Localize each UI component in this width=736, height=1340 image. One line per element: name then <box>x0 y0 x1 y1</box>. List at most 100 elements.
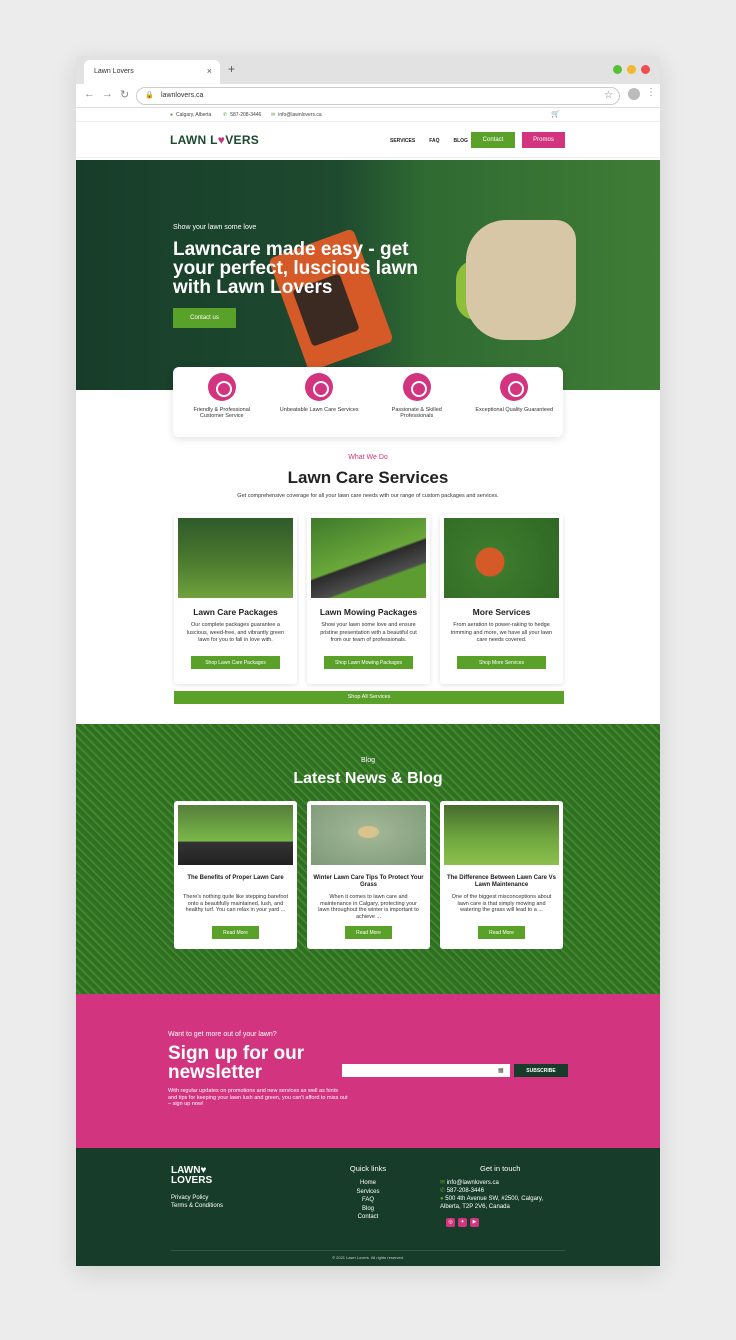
email-icon: ✉ <box>271 112 276 118</box>
blog-post-image <box>178 805 293 865</box>
footer-email[interactable]: info@lawnlovers.ca <box>447 1180 499 1186</box>
shop-all-services-button[interactable]: Shop All Services <box>174 691 564 704</box>
phone-info[interactable]: ✆ 587-208-3446 <box>223 112 261 118</box>
address-bar: ← → ↻ 🔒 lawnlovers.ca ☆ ⋮ <box>76 84 660 108</box>
youtube-icon[interactable]: ▶ <box>470 1218 479 1227</box>
instagram-icon[interactable]: ◎ <box>446 1218 455 1227</box>
newsletter-email-input[interactable] <box>342 1064 510 1077</box>
social-links: ◎ ✦ ▶ <box>446 1218 479 1227</box>
shop-lawn-mowing-button[interactable]: Shop Lawn Mowing Packages <box>324 656 413 669</box>
service-card-desc: From aeration to power-raking to hedge t… <box>450 622 553 643</box>
shop-more-services-button[interactable]: Shop More Services <box>457 656 546 669</box>
shop-lawn-care-button[interactable]: Shop Lawn Care Packages <box>191 656 280 669</box>
blog-post-title[interactable]: The Benefits of Proper Lawn Care <box>180 875 291 882</box>
footer-link-home[interactable]: Home <box>348 1179 388 1188</box>
hero-contact-button[interactable]: Contact us <box>173 308 236 328</box>
contact-button[interactable]: Contact <box>471 132 515 148</box>
main-nav: SERVICES FAQ BLOG <box>390 138 468 144</box>
feature-label: Friendly & Professional Customer Service <box>193 407 251 419</box>
blog-post-image <box>444 805 559 865</box>
site-footer: LAWN♥ LOVERS Privacy Policy Terms & Cond… <box>76 1148 660 1266</box>
reload-icon[interactable]: ↻ <box>120 88 129 101</box>
browser-window: Lawn Lovers × + ← → ↻ 🔒 lawnlovers.ca ☆ … <box>76 56 660 1266</box>
services-kicker: What We Do <box>348 454 388 461</box>
feature-item: Unbeatable Lawn Care Services <box>271 367 369 437</box>
service-card: More Services From aeration to power-rak… <box>440 514 563 684</box>
footer-link-contact[interactable]: Contact <box>348 1213 388 1222</box>
subscribe-button[interactable]: SUBSCRIBE <box>514 1064 568 1077</box>
window-controls <box>613 65 650 74</box>
footer-link-services[interactable]: Services <box>348 1188 388 1197</box>
blog-post: Winter Lawn Care Tips To Protect Your Gr… <box>307 801 430 949</box>
close-window-icon[interactable] <box>641 65 650 74</box>
nav-blog[interactable]: BLOG <box>453 138 467 144</box>
feature-item: Passionate & Skilled Professionals <box>368 367 466 437</box>
newsletter-desc: With regular updates on promotions and n… <box>168 1088 348 1107</box>
privacy-policy-link[interactable]: Privacy Policy <box>171 1194 223 1202</box>
new-tab-button[interactable]: + <box>228 62 235 76</box>
quick-links: Home Services FAQ Blog Contact <box>348 1179 388 1222</box>
logo-text-left: LAWN L <box>170 133 218 147</box>
footer-contact: ✉ info@lawnlovers.ca ✆ 587-208-3446 ● 50… <box>440 1179 560 1211</box>
url-field[interactable]: 🔒 lawnlovers.ca ☆ <box>136 87 620 105</box>
read-more-button[interactable]: Read More <box>478 926 525 939</box>
read-more-button[interactable]: Read More <box>212 926 259 939</box>
phone-icon: ✆ <box>440 1188 447 1194</box>
location-text: Calgary, Alberta <box>176 112 212 118</box>
forward-icon[interactable]: → <box>102 88 113 100</box>
tab-title: Lawn Lovers <box>94 68 134 75</box>
lawnmower-icon <box>305 373 334 401</box>
back-icon[interactable]: ← <box>84 88 95 100</box>
location-pin-icon: ● <box>170 112 174 118</box>
site-logo[interactable]: LAWN L♥VERS <box>170 133 259 147</box>
maximize-window-icon[interactable] <box>613 65 622 74</box>
blog-post-title[interactable]: Winter Lawn Care Tips To Protect Your Gr… <box>313 875 424 889</box>
minimize-window-icon[interactable] <box>627 65 636 74</box>
copyright-text: © 2021 Lawn Lovers. All rights reserved. <box>332 1255 404 1260</box>
newsletter-kicker: Want to get more out of your lawn? <box>168 1031 277 1038</box>
feature-label: Exceptional Quality Guaranteed <box>475 407 554 413</box>
close-tab-icon[interactable]: × <box>207 66 212 76</box>
autofill-icon[interactable]: ▦ <box>498 1067 504 1074</box>
read-more-button[interactable]: Read More <box>345 926 392 939</box>
quality-badge-icon <box>500 373 529 401</box>
terms-link[interactable]: Terms & Conditions <box>171 1202 223 1210</box>
profile-avatar-icon[interactable] <box>628 88 640 100</box>
tab-bar: Lawn Lovers × + <box>76 56 660 84</box>
footer-link-blog[interactable]: Blog <box>348 1205 388 1214</box>
footer-legal-links: Privacy Policy Terms & Conditions <box>171 1194 223 1210</box>
service-card-title: Lawn Care Packages <box>193 607 278 617</box>
blog-post-excerpt: There's nothing quite like stepping bare… <box>182 894 288 913</box>
cart-icon[interactable]: 🛒 <box>551 110 560 118</box>
phone-text: 587-208-3446 <box>230 112 262 118</box>
browser-tab[interactable]: Lawn Lovers × <box>84 60 220 84</box>
footer-logo[interactable]: LAWN♥ LOVERS <box>171 1166 212 1186</box>
footer-link-faq[interactable]: FAQ <box>348 1196 388 1205</box>
nav-services[interactable]: SERVICES <box>390 138 415 144</box>
browser-menu-icon[interactable]: ⋮ <box>646 87 656 98</box>
promos-button[interactable]: Promos <box>522 132 565 148</box>
feature-label: Passionate & Skilled Professionals <box>391 407 442 419</box>
blog-section: Blog Latest News & Blog The Benefits of … <box>76 724 660 994</box>
blog-title: Latest News & Blog <box>293 770 443 787</box>
service-card: Lawn Care Packages Our complete packages… <box>174 514 297 684</box>
footer-phone[interactable]: 587-208-3446 <box>447 1188 484 1194</box>
blog-post-title[interactable]: The Difference Between Lawn Care Vs Lawn… <box>446 875 557 889</box>
blog-posts: The Benefits of Proper Lawn Care There's… <box>174 801 563 949</box>
nav-faq[interactable]: FAQ <box>429 138 439 144</box>
more-services-image <box>444 518 559 598</box>
feature-label: Unbeatable Lawn Care Services <box>279 407 359 413</box>
blog-post-excerpt: One of the biggest misconceptions about … <box>451 894 552 913</box>
services-subtitle: Get comprehensive coverage for all your … <box>237 493 499 499</box>
twitter-icon[interactable]: ✦ <box>458 1218 467 1227</box>
service-card: Lawn Mowing Packages Show your lawn some… <box>307 514 430 684</box>
feature-item: Exceptional Quality Guaranteed <box>466 367 564 437</box>
hero-subtitle: Show your lawn some love <box>173 224 257 231</box>
newsletter-section: Want to get more out of your lawn? Sign … <box>76 994 660 1148</box>
email-info[interactable]: ✉ info@lawnlovers.ca <box>271 112 322 118</box>
services-title: Lawn Care Services <box>287 468 449 487</box>
service-cards: Lawn Care Packages Our complete packages… <box>174 514 564 684</box>
lawn-mowing-image <box>311 518 426 598</box>
bookmark-star-icon[interactable]: ☆ <box>604 90 613 101</box>
blog-post-image <box>311 805 426 865</box>
